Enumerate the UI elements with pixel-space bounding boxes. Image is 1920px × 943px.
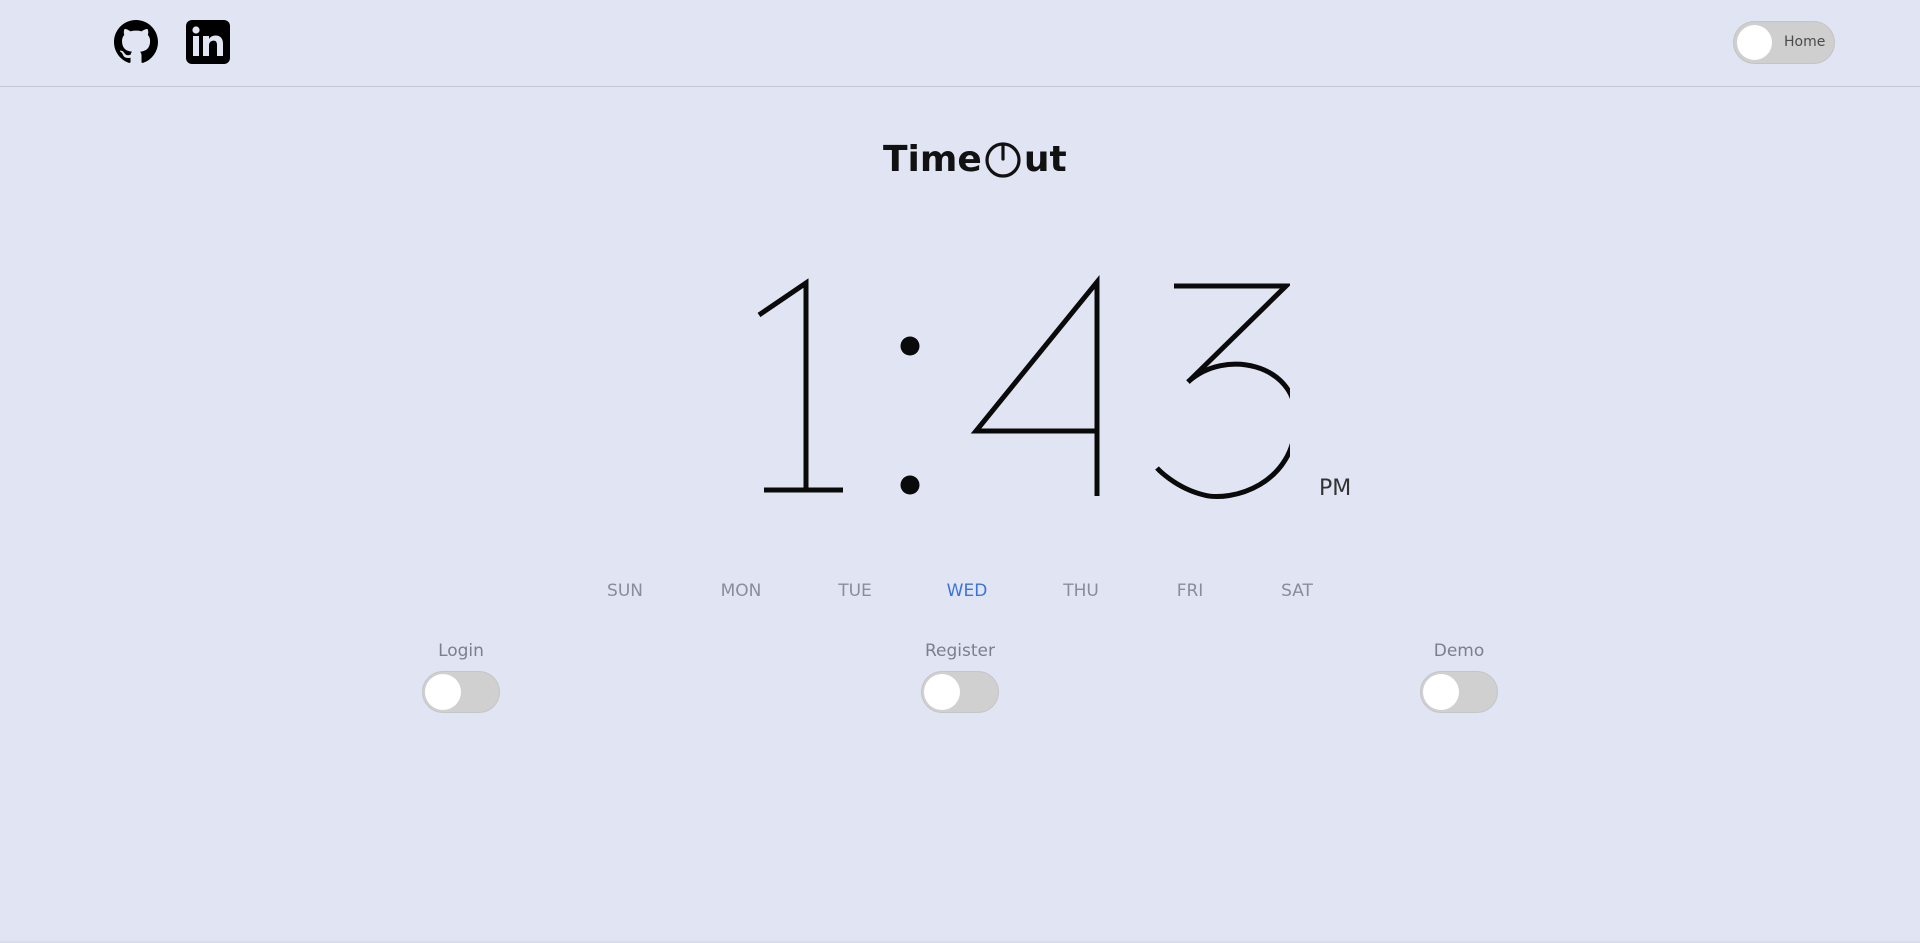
header: Home xyxy=(0,0,1920,87)
day-fri[interactable]: FRI xyxy=(1177,581,1204,601)
linkedin-link[interactable] xyxy=(186,20,230,64)
demo-toggle-label: Demo xyxy=(1433,641,1485,661)
clock-hour-digit xyxy=(757,278,843,493)
login-toggle-knob xyxy=(425,674,461,710)
day-tue[interactable]: TUE xyxy=(838,581,872,601)
clock-minute-digit-3 xyxy=(1155,283,1290,499)
demo-toggle-knob xyxy=(1423,674,1459,710)
login-toggle-group: Login xyxy=(401,641,521,713)
page: Home Time ut PM SUN MON TUE WED THU FRI … xyxy=(0,0,1920,943)
register-toggle-group: Register xyxy=(900,641,1020,713)
logo-text-before: Time xyxy=(883,138,982,180)
login-toggle-label: Login xyxy=(438,641,484,661)
demo-toggle-group: Demo xyxy=(1399,641,1519,713)
clock-period: PM xyxy=(1319,476,1352,501)
home-toggle-knob xyxy=(1737,25,1772,60)
register-toggle-label: Register xyxy=(925,641,995,661)
logo-text-after: ut xyxy=(1023,138,1067,180)
day-mon[interactable]: MON xyxy=(721,581,762,601)
linkedin-icon xyxy=(186,20,230,64)
day-wed[interactable]: WED xyxy=(947,581,988,601)
github-link[interactable] xyxy=(114,20,158,64)
clock-minute-digit-4 xyxy=(970,274,1100,496)
day-sun[interactable]: SUN xyxy=(607,581,643,601)
github-icon xyxy=(114,20,158,64)
day-thu[interactable]: THU xyxy=(1063,581,1099,601)
demo-toggle[interactable] xyxy=(1420,671,1498,713)
register-toggle-knob xyxy=(924,674,960,710)
day-sat[interactable]: SAT xyxy=(1281,581,1313,601)
app-logo: Time ut xyxy=(883,134,1067,184)
home-toggle-label: Home xyxy=(1784,34,1826,50)
weekday-selector: SUN MON TUE WED THU FRI SAT xyxy=(0,581,1920,603)
home-toggle[interactable]: Home xyxy=(1733,21,1835,64)
register-toggle[interactable] xyxy=(921,671,999,713)
clock-display xyxy=(730,240,1290,520)
power-clock-icon xyxy=(983,139,1023,179)
login-toggle[interactable] xyxy=(422,671,500,713)
clock-colon xyxy=(900,336,920,495)
